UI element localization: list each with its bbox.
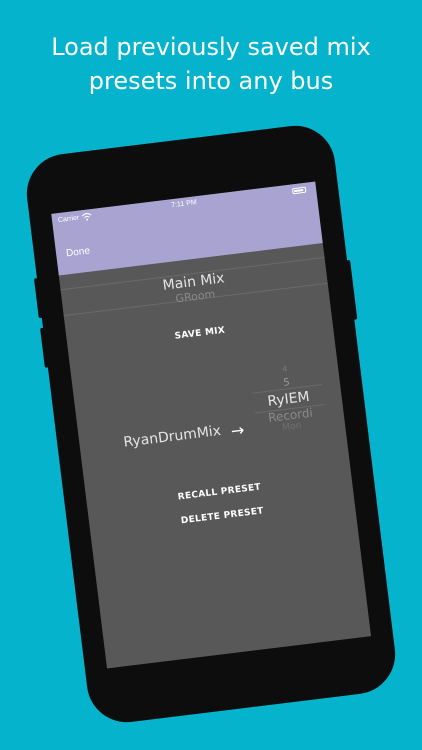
done-button[interactable]: Done — [66, 246, 91, 260]
app-screen: Carrier 7:11 PM Done Main Mix GRoom SAVE… — [51, 181, 372, 669]
status-time: 7:11 PM — [170, 199, 198, 210]
phone-side-button — [346, 259, 358, 320]
headline-line-1: Load previously saved mix — [51, 33, 371, 61]
phone-volume-down-button — [40, 327, 49, 368]
save-mix-button[interactable]: SAVE MIX — [67, 313, 332, 355]
bus-picker[interactable]: 4 5 RyIEM Recordi Mon — [249, 358, 327, 436]
headline: Load previously saved mix presets into a… — [0, 30, 422, 98]
phone-volume-up-button — [33, 278, 43, 319]
app-store-screenshot: Load previously saved mix presets into a… — [0, 0, 422, 750]
battery-icon — [291, 186, 307, 195]
phone-frame: Carrier 7:11 PM Done Main Mix GRoom SAVE… — [22, 121, 400, 727]
headline-line-2: presets into any bus — [88, 67, 334, 95]
preset-name-label: RyanDrumMix — [122, 422, 222, 451]
arrow-right-icon: → — [229, 420, 246, 441]
